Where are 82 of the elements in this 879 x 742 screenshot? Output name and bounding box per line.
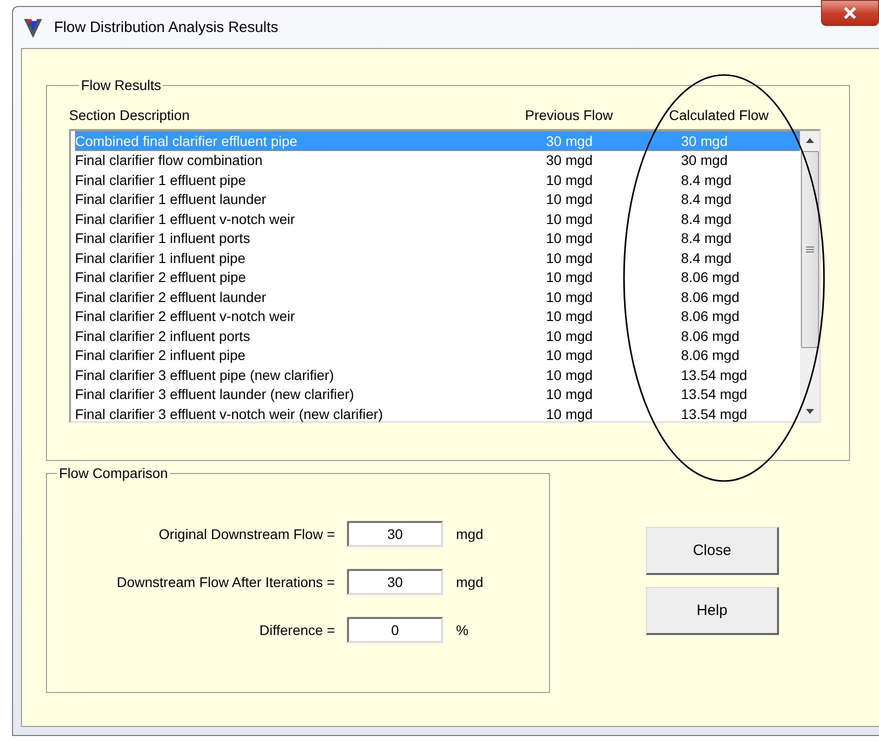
calculated-flow: 8.06 mgd <box>681 269 740 286</box>
previous-flow: 10 mgd <box>546 347 594 364</box>
list-row[interactable]: Final clarifier flow combination 30 mgd 30 mgd <box>75 150 800 170</box>
list-row[interactable]: Final clarifier 2 influent pipe 10 mgd 8.06 mgd <box>75 346 800 365</box>
previous-flow: 10 mgd <box>546 210 594 227</box>
section-description: Final clarifier 3 effluent launder (new clarifier) <box>75 386 356 402</box>
previous-flow: 10 mgd <box>546 288 594 305</box>
field-label: Difference = <box>258 622 335 638</box>
previous-flow: 10 mgd <box>546 406 594 422</box>
calculated-flow: 8.4 mgd <box>681 230 732 246</box>
list-row[interactable]: Final clarifier 3 effluent pipe (new clarifier) 10 mgd 13.54 mgd <box>75 365 800 384</box>
calculated-flow: 8.06 mgd <box>681 328 740 344</box>
window-title: Flow Distribution Analysis Results <box>54 19 278 36</box>
previous-flow: 30 mgd <box>546 152 594 168</box>
section-description: Final clarifier 2 effluent launder <box>75 288 268 305</box>
previous-flow: 10 mgd <box>546 269 594 286</box>
input-field[interactable]: 30 <box>347 521 443 547</box>
group-title: Flow Comparison <box>58 465 169 481</box>
previous-flow: 10 mgd <box>546 386 594 402</box>
section-description: Final clarifier 1 influent ports <box>75 230 252 246</box>
previous-flow: 10 mgd <box>546 250 594 266</box>
list-row[interactable]: Final clarifier 3 effluent v-notch weir (new clarifier) 10 mgd 13.54 mgd <box>75 404 800 424</box>
list-row[interactable]: Final clarifier 1 effluent launder 10 mgd 8.4 mgd <box>75 190 800 209</box>
list-row[interactable]: Final clarifier 2 effluent v-notch weir 10 mgd 8.06 mgd <box>75 306 800 326</box>
list-row[interactable]: Final clarifier 3 effluent launder (new clarifier) 10 mgd 13.54 mgd <box>75 384 800 404</box>
calculated-flow: 13.54 mgd <box>681 406 748 422</box>
calculated-flow: 8.06 mgd <box>681 288 740 305</box>
previous-flow: 10 mgd <box>546 191 594 208</box>
column-header: Previous Flow <box>525 107 614 125</box>
section-description: Final clarifier 1 effluent launder <box>75 191 268 208</box>
section-description: Final clarifier 2 influent pipe <box>75 347 246 364</box>
list-row[interactable]: Final clarifier 1 effluent pipe 10 mgd 8.4 mgd <box>75 170 800 190</box>
previous-flow: 10 mgd <box>546 172 594 188</box>
unit-label: mgd <box>456 526 484 542</box>
calculated-flow: 8.06 mgd <box>681 347 740 364</box>
list-row[interactable]: Final clarifier 2 effluent launder 10 mgd 8.06 mgd <box>75 287 800 306</box>
field-label: Downstream Flow After Iterations = <box>116 574 335 590</box>
group-title: Flow Results <box>80 77 162 93</box>
list-row[interactable]: Final clarifier 2 influent ports 10 mgd 8.06 mgd <box>75 326 800 346</box>
close-icon[interactable] <box>821 0 879 26</box>
dialog-button[interactable]: Help <box>646 587 779 635</box>
unit-label: % <box>456 622 468 638</box>
scroll-down-icon[interactable] <box>804 409 814 415</box>
previous-flow: 10 mgd <box>546 328 594 344</box>
column-header: Calculated Flow <box>669 107 769 125</box>
list-row[interactable]: Final clarifier 2 effluent pipe 10 mgd 8.06 mgd <box>75 268 800 287</box>
column-header: Section Description <box>69 107 191 125</box>
section-description: Final clarifier 2 effluent pipe <box>75 269 247 286</box>
calculated-flow: 8.4 mgd <box>681 191 732 208</box>
section-description: Final clarifier 2 effluent v-notch weir <box>75 308 296 324</box>
unit-label: mgd <box>456 574 484 590</box>
section-description: Final clarifier 3 effluent pipe (new clarifier) <box>75 366 335 383</box>
calculated-flow: 8.4 mgd <box>681 250 732 266</box>
calculated-flow: 13.54 mgd <box>681 386 748 402</box>
calculated-flow: 13.54 mgd <box>681 366 748 383</box>
previous-flow: 10 mgd <box>546 230 594 246</box>
calculated-flow: 8.4 mgd <box>681 172 732 188</box>
input-field[interactable]: 0 <box>347 617 443 643</box>
field-label: Original Downstream Flow = <box>158 526 335 542</box>
vertical-scrollbar[interactable] <box>800 131 819 421</box>
dialog-button[interactable]: Close <box>646 527 779 575</box>
scroll-thumb[interactable] <box>800 151 818 348</box>
calculated-flow: 8.06 mgd <box>681 308 740 324</box>
section-description: Final clarifier 2 influent ports <box>75 328 252 344</box>
input-field[interactable]: 30 <box>347 569 443 595</box>
previous-flow: 30 mgd <box>546 132 594 149</box>
section-description: Combined final clarifier effluent pipe <box>75 132 298 149</box>
scroll-up-icon[interactable] <box>804 137 814 143</box>
section-description: Final clarifier 1 effluent v-notch weir <box>75 210 296 227</box>
v-logo-icon <box>23 16 43 38</box>
list-row[interactable]: Final clarifier 1 influent ports 10 mgd 8.4 mgd <box>75 228 800 248</box>
previous-flow: 10 mgd <box>546 308 594 324</box>
calculated-flow: 30 mgd <box>681 152 728 168</box>
previous-flow: 10 mgd <box>546 366 594 383</box>
list-row[interactable]: Final clarifier 1 influent pipe 10 mgd 8.4 mgd <box>75 248 800 268</box>
section-description: Final clarifier flow combination <box>75 152 264 168</box>
list-row[interactable]: Final clarifier 1 effluent v-notch weir 10 mgd 8.4 mgd <box>75 209 800 228</box>
section-description: Final clarifier 1 effluent pipe <box>75 172 247 188</box>
section-description: Final clarifier 3 effluent v-notch weir (new clarifier) <box>75 406 384 422</box>
section-description: Final clarifier 1 influent pipe <box>75 250 246 266</box>
calculated-flow: 8.4 mgd <box>681 210 732 227</box>
calculated-flow: 30 mgd <box>681 132 728 149</box>
